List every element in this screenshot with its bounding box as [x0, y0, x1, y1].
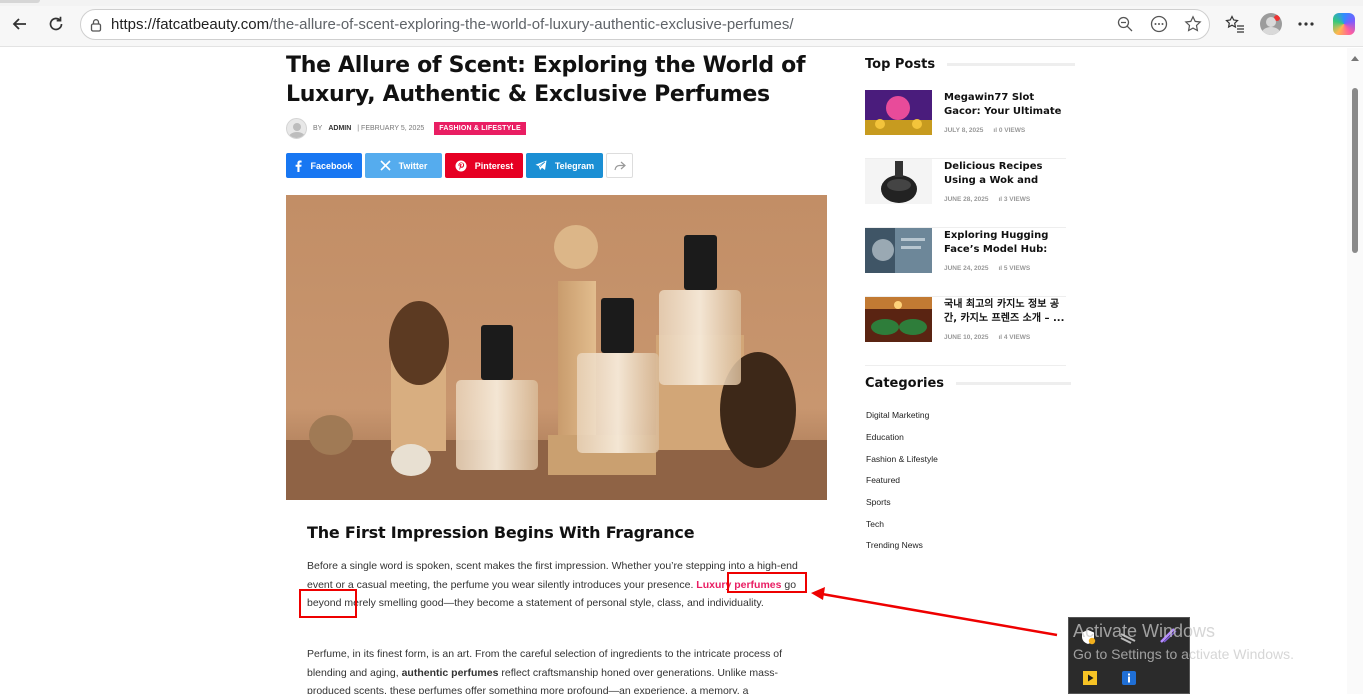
post-views-count: 5 VIEWS	[1003, 265, 1031, 272]
post-meta: JUNE 10, 2025 ıl 4 VIEWS	[944, 334, 1030, 341]
section-heading: The First Impression Begins With Fragran…	[307, 523, 695, 542]
url-host: https://fatcatbeauty.com	[111, 16, 270, 33]
annotation-highlight-box	[727, 572, 807, 593]
category-link[interactable]: Sports	[866, 497, 891, 507]
annotation-highlight-box	[299, 589, 357, 618]
tab-strip	[0, 0, 1363, 6]
p2-bold-text: authentic perfumes	[401, 666, 499, 679]
scrollbar-thumb[interactable]	[1352, 88, 1358, 253]
featured-image	[286, 195, 827, 500]
post-views-count: 3 VIEWS	[1003, 196, 1031, 203]
categories-heading: Categories	[865, 376, 1072, 391]
heading-divider	[947, 63, 1076, 66]
post-views: ıl 4 VIEWS	[998, 334, 1030, 341]
x-twitter-icon	[380, 160, 391, 171]
top-posts-title: Top Posts	[865, 57, 936, 72]
article-title: The Allure of Scent: Exploring the World…	[286, 53, 806, 107]
category-link[interactable]: Trending News	[866, 540, 923, 550]
post-thumbnail[interactable]	[865, 159, 932, 204]
post-views-count: 0 VIEWS	[998, 127, 1026, 134]
favorites-icon[interactable]	[1221, 10, 1249, 38]
post-views: ıl 3 VIEWS	[998, 196, 1030, 203]
post-meta: JUNE 28, 2025 ıl 3 VIEWS	[944, 196, 1030, 203]
post-thumbnail[interactable]	[865, 297, 932, 342]
more-menu-icon[interactable]	[1292, 10, 1320, 38]
pinterest-label: Pinterest	[474, 160, 514, 171]
info-icon[interactable]	[1120, 669, 1138, 687]
facebook-label: Facebook	[310, 160, 353, 171]
category-link[interactable]: Featured	[866, 475, 900, 485]
web-page: The Allure of Scent: Exploring the World…	[0, 48, 1347, 694]
top-post-item[interactable]: 국내 최고의 카지노 정보 공간, 카지노 프렌즈 소개 – ... JUNE …	[865, 297, 1066, 366]
post-title[interactable]: Delicious Recipes Using a Wok and Stainl…	[944, 160, 1066, 188]
share-telegram-button[interactable]: Telegram	[526, 153, 603, 178]
refresh-icon[interactable]	[43, 11, 69, 37]
scroll-up-arrow[interactable]	[1351, 56, 1359, 61]
top-posts-heading: Top Posts	[865, 57, 1076, 72]
post-title[interactable]: 국내 최고의 카지노 정보 공간, 카지노 프렌즈 소개 – ...	[944, 298, 1066, 326]
pinterest-icon	[455, 160, 467, 171]
annotation-arrow	[811, 587, 1058, 637]
zoom-icon[interactable]	[1115, 13, 1135, 35]
page-scrollbar[interactable]	[1347, 48, 1363, 694]
category-link[interactable]: Fashion & Lifestyle	[866, 454, 938, 464]
by-label: BY	[313, 125, 323, 132]
share-more-button[interactable]	[606, 153, 633, 178]
category-badge[interactable]: FASHION & LIFESTYLE	[434, 122, 526, 135]
share-pinterest-button[interactable]: Pinterest	[445, 153, 523, 178]
author-link[interactable]: ADMIN	[328, 125, 351, 132]
heading-divider	[956, 382, 1072, 385]
post-date: JUNE 28, 2025	[944, 196, 989, 203]
address-bar-actions	[1115, 13, 1203, 35]
post-date: JUNE 10, 2025	[944, 334, 989, 341]
category-link[interactable]: Education	[866, 432, 904, 442]
article-meta: BY ADMIN | FEBRUARY 5, 2025 FASHION & LI…	[286, 118, 526, 139]
profile-avatar[interactable]	[1257, 10, 1285, 38]
top-post-item[interactable]: Megawin77 Slot Gacor: Your Ultimate Guid…	[865, 90, 1066, 159]
read-aloud-icon[interactable]	[1149, 13, 1169, 35]
perfume-bottles-illustration	[286, 195, 827, 500]
telegram-icon	[535, 160, 547, 171]
share-bar: Facebook Twitter Pinterest Telegram	[286, 153, 633, 178]
post-date: JULY 8, 2025	[944, 127, 984, 134]
post-title[interactable]: Megawin77 Slot Gacor: Your Ultimate Guid…	[944, 91, 1066, 119]
post-meta: JUNE 24, 2025 ıl 5 VIEWS	[944, 265, 1030, 272]
post-date: JUNE 24, 2025	[944, 265, 989, 272]
post-thumbnail[interactable]	[865, 90, 932, 135]
site-info-icon[interactable]	[81, 18, 111, 32]
top-post-item[interactable]: Delicious Recipes Using a Wok and Stainl…	[865, 159, 1066, 228]
categories-title: Categories	[865, 376, 945, 391]
top-post-item[interactable]: Exploring Hugging Face’s Model Hub: Bang…	[865, 228, 1066, 297]
post-title[interactable]: Exploring Hugging Face’s Model Hub: Bang…	[944, 229, 1066, 257]
facebook-icon	[296, 160, 303, 172]
favorite-star-icon[interactable]	[1183, 13, 1203, 35]
telegram-label: Telegram	[554, 160, 595, 171]
author-avatar[interactable]	[286, 118, 307, 139]
share-facebook-button[interactable]: Facebook	[286, 153, 362, 178]
address-bar[interactable]: https://fatcatbeauty.com/the-allure-of-s…	[80, 9, 1210, 40]
share-twitter-button[interactable]: Twitter	[365, 153, 442, 178]
publish-date: | FEBRUARY 5, 2025	[357, 125, 425, 132]
post-views-count: 4 VIEWS	[1003, 334, 1031, 341]
post-meta: JULY 8, 2025 ıl 0 VIEWS	[944, 127, 1025, 134]
copilot-icon[interactable]	[1330, 10, 1358, 38]
url-path: /the-allure-of-scent-exploring-the-world…	[269, 16, 794, 33]
url-text[interactable]: https://fatcatbeauty.com/the-allure-of-s…	[111, 16, 794, 33]
category-link[interactable]: Tech	[866, 519, 884, 529]
media-player-icon[interactable]	[1081, 669, 1099, 687]
share-arrow-icon	[613, 161, 626, 170]
post-views: ıl 0 VIEWS	[993, 127, 1025, 134]
twitter-label: Twitter	[398, 160, 428, 171]
browser-toolbar: https://fatcatbeauty.com/the-allure-of-s…	[0, 0, 1363, 47]
post-thumbnail[interactable]	[865, 228, 932, 273]
back-icon[interactable]	[7, 11, 33, 37]
post-views: ıl 5 VIEWS	[998, 265, 1030, 272]
tab-fragment[interactable]	[0, 0, 40, 3]
paragraph-2: Perfume, in its finest form, is an art. …	[307, 645, 807, 694]
activate-windows-title: Activate Windows	[1073, 621, 1216, 641]
category-link[interactable]: Digital Marketing	[866, 410, 929, 420]
activate-windows-subtitle: Go to Settings to activate Windows.	[1073, 646, 1294, 662]
